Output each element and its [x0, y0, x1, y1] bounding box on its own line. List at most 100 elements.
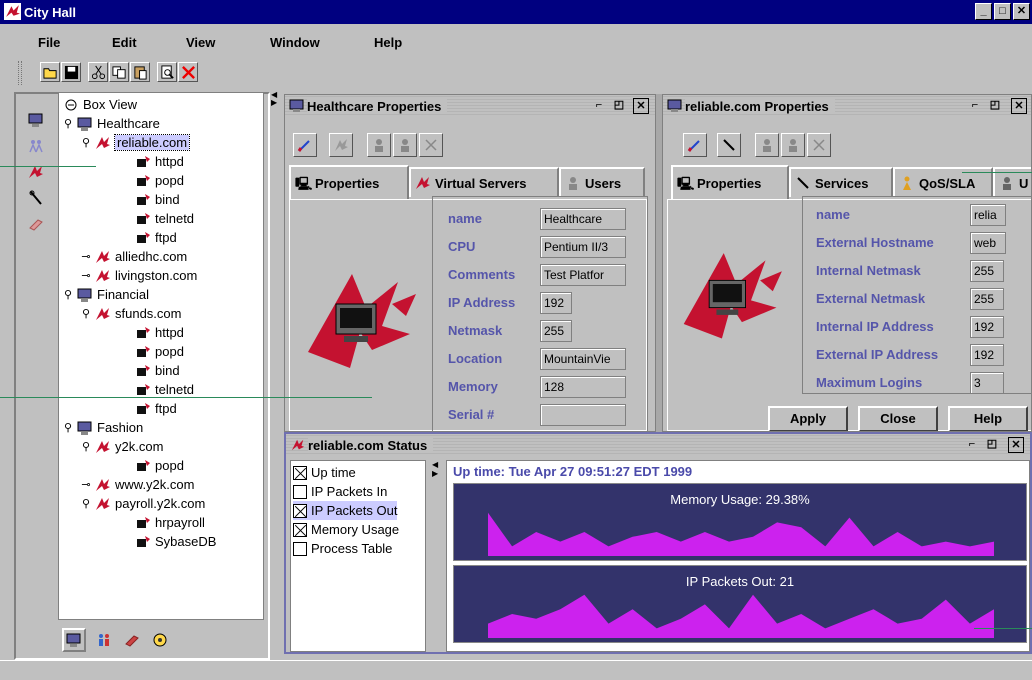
metric-checkbox[interactable]: Up time — [293, 463, 356, 482]
box-view-tab[interactable] — [62, 628, 86, 652]
iconify-icon[interactable]: ⌐ — [591, 98, 607, 114]
close-button[interactable]: Close — [858, 406, 938, 431]
splitter[interactable]: ◀ ▶ — [432, 460, 442, 652]
tree-item[interactable]: popd — [135, 342, 184, 361]
servers-side-button[interactable] — [26, 162, 46, 182]
tree-item[interactable]: ⊸ livingston.com — [81, 266, 197, 285]
maximize-icon[interactable]: ◰ — [984, 437, 1000, 453]
tab-properties[interactable]: 🖳 Properties — [671, 165, 789, 199]
qos-view-tab[interactable] — [148, 628, 172, 652]
iconify-icon[interactable]: ⌐ — [964, 437, 980, 453]
tree-item[interactable]: telnetd — [135, 209, 194, 228]
maximize-button[interactable]: □ — [994, 3, 1011, 20]
checkbox-box[interactable] — [293, 503, 307, 518]
close-icon[interactable]: ✕ — [633, 98, 649, 114]
expanded-toggle-icon[interactable]: ⚲ — [63, 288, 73, 301]
tree-item[interactable]: popd — [135, 171, 184, 190]
menu-help[interactable]: Help — [374, 35, 402, 50]
tree-item[interactable]: ⊸ www.y2k.com — [81, 475, 194, 494]
field-value[interactable]: 255 — [540, 320, 572, 342]
checkbox-box[interactable] — [293, 484, 307, 499]
apply-button[interactable]: Apply — [768, 406, 848, 431]
expanded-toggle-icon[interactable]: ⚲ — [81, 440, 91, 453]
remove-button[interactable] — [807, 133, 831, 157]
tree-item[interactable]: popd — [135, 456, 184, 475]
tree-item[interactable]: ⚲ Fashion — [63, 418, 143, 437]
user-props-button[interactable] — [781, 133, 805, 157]
checkbox-box[interactable] — [293, 541, 307, 556]
field-value[interactable]: 255 — [970, 288, 1004, 310]
users-side-button[interactable] — [26, 136, 46, 156]
field-value[interactable]: 128 — [540, 376, 626, 398]
menu-view[interactable]: View — [186, 35, 215, 50]
maximize-icon[interactable]: ◰ — [987, 98, 1003, 114]
tree-item[interactable]: ⚲ y2k.com — [81, 437, 163, 456]
field-value[interactable]: Test Platfor — [540, 264, 626, 286]
field-value[interactable]: web — [970, 232, 1006, 254]
tab-properties[interactable]: 🖳 Properties — [289, 165, 409, 199]
tree-item[interactable]: ⚲ Healthcare — [63, 114, 160, 133]
tree-item[interactable]: httpd — [135, 152, 184, 171]
collapsed-toggle-icon[interactable]: ⊸ — [81, 269, 91, 282]
tree-item[interactable]: Box View — [63, 95, 137, 114]
tree-item[interactable]: hrpayroll — [135, 513, 205, 532]
tree-item[interactable]: bind — [135, 361, 180, 380]
close-window-button[interactable]: ✕ — [1013, 3, 1030, 20]
add-user-button[interactable] — [755, 133, 779, 157]
copy-button[interactable] — [109, 62, 129, 82]
delete-button[interactable] — [178, 62, 198, 82]
tree-item[interactable]: httpd — [135, 323, 184, 342]
expanded-toggle-icon[interactable]: ⚲ — [81, 307, 91, 320]
tree-item[interactable]: ⚲ payroll.y2k.com — [81, 494, 205, 513]
collapsed-toggle-icon[interactable]: ⊸ — [81, 250, 91, 263]
tree-item[interactable]: SybaseDB — [135, 532, 216, 551]
close-icon[interactable]: ✕ — [1008, 437, 1024, 453]
metric-checkbox[interactable]: Process Table — [293, 539, 392, 558]
users-view-tab[interactable] — [92, 628, 116, 652]
tree-item[interactable]: ⊸ alliedhc.com — [81, 247, 187, 266]
field-value[interactable]: MountainVie — [540, 348, 626, 370]
menu-window[interactable]: Window — [270, 35, 320, 50]
tools-side-button[interactable] — [26, 214, 46, 234]
metric-checkbox[interactable]: IP Packets Out — [293, 501, 398, 520]
remove-button[interactable] — [419, 133, 443, 157]
tools-view-tab[interactable] — [120, 628, 144, 652]
splitter[interactable]: ◀ ▶ — [270, 90, 278, 658]
add-server-button[interactable] — [329, 133, 353, 157]
metric-checkbox[interactable]: Memory Usage — [293, 520, 399, 539]
field-value[interactable]: Healthcare — [540, 208, 626, 230]
services-side-button[interactable] — [26, 188, 46, 208]
field-value[interactable]: 255 — [970, 260, 1004, 282]
expanded-toggle-icon[interactable]: ⚲ — [81, 497, 91, 510]
tree-item[interactable]: ftpd — [135, 228, 177, 247]
expanded-toggle-icon[interactable]: ⚲ — [81, 136, 91, 149]
close-icon[interactable]: ✕ — [1011, 98, 1027, 114]
help-button[interactable]: Help — [948, 406, 1028, 431]
expanded-toggle-icon[interactable]: ⚲ — [63, 117, 73, 130]
user-props-button[interactable] — [393, 133, 417, 157]
iconify-icon[interactable]: ⌐ — [967, 98, 983, 114]
add-user-button[interactable] — [367, 133, 391, 157]
save-button[interactable] — [61, 62, 81, 82]
maximize-icon[interactable]: ◰ — [611, 98, 627, 114]
edit-button[interactable] — [683, 133, 707, 157]
service-button[interactable] — [717, 133, 741, 157]
collapsed-toggle-icon[interactable]: ⊸ — [81, 478, 91, 491]
menu-file[interactable]: File — [38, 35, 60, 50]
tree-item[interactable]: ⚲ sfunds.com — [81, 304, 182, 323]
toolbar-grip[interactable] — [18, 61, 22, 85]
tree-item[interactable]: ftpd — [135, 399, 177, 418]
box-view-side-button[interactable] — [26, 110, 46, 130]
expanded-toggle-icon[interactable]: ⚲ — [63, 421, 73, 434]
tree-item[interactable]: ⚲ Financial — [63, 285, 149, 304]
tab-services[interactable]: Services — [789, 167, 893, 197]
tree-item[interactable]: ⚲ reliable.com — [81, 133, 191, 152]
field-value[interactable] — [540, 404, 626, 426]
field-value[interactable]: Pentium II/3 — [540, 236, 626, 258]
field-value[interactable]: relia — [970, 204, 1006, 226]
checkbox-box[interactable] — [293, 465, 307, 480]
menu-edit[interactable]: Edit — [112, 35, 137, 50]
tab-users[interactable]: Users — [559, 167, 645, 197]
paste-button[interactable] — [130, 62, 150, 82]
checkbox-box[interactable] — [293, 522, 307, 537]
